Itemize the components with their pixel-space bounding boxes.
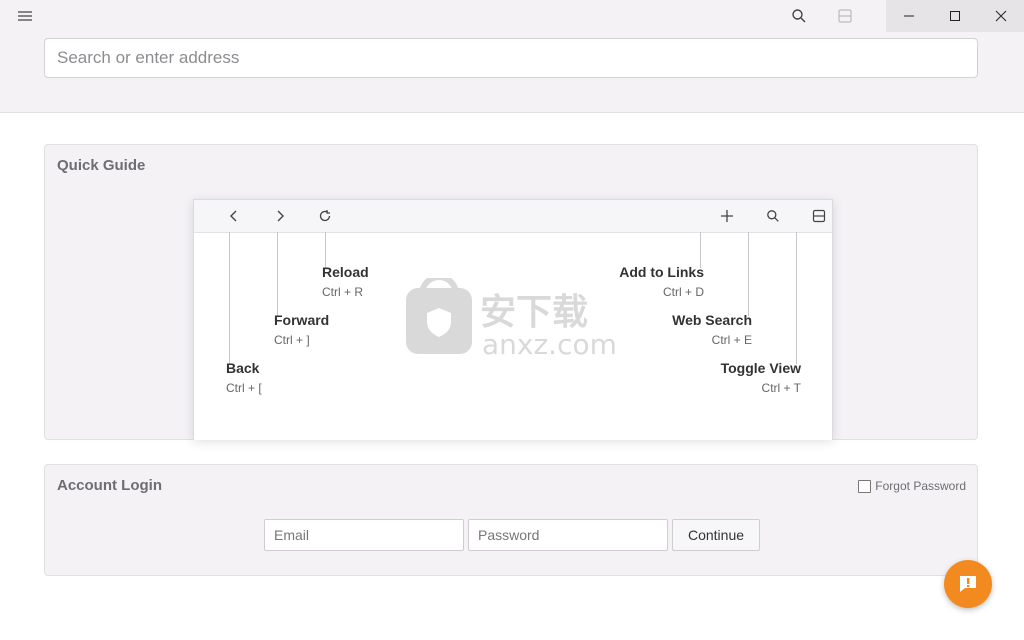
web-search-label: Web Search xyxy=(672,312,752,328)
exclamation-icon xyxy=(960,576,976,592)
add-to-links-pointer-line xyxy=(700,232,701,268)
reload-label: Reload xyxy=(322,264,369,280)
close-icon[interactable] xyxy=(978,0,1024,32)
reload-pointer-line xyxy=(325,232,326,268)
maximize-icon[interactable] xyxy=(932,0,978,32)
toggle-view-shortcut: Ctrl + T xyxy=(761,381,801,395)
back-shortcut: Ctrl + [ xyxy=(226,381,262,395)
toggle-view-icon[interactable] xyxy=(830,4,860,28)
feedback-button[interactable] xyxy=(944,560,992,608)
add-icon xyxy=(717,206,737,226)
forward-shortcut: Ctrl + ] xyxy=(274,333,310,347)
forward-pointer-line xyxy=(277,232,278,316)
address-bar[interactable] xyxy=(44,38,978,78)
add-to-links-shortcut: Ctrl + D xyxy=(662,285,704,299)
reload-icon xyxy=(315,206,335,226)
account-login-title: Account Login xyxy=(57,477,162,494)
minimize-icon[interactable] xyxy=(886,0,932,32)
web-search-shortcut: Ctrl + E xyxy=(711,333,752,347)
account-login-panel: Account Login Forgot Password Continue xyxy=(44,464,978,576)
toggle-view-label: Toggle View xyxy=(720,360,801,376)
search-icon[interactable] xyxy=(784,4,814,28)
password-field[interactable] xyxy=(468,519,668,551)
forward-icon xyxy=(270,206,290,226)
top-bar xyxy=(0,0,1024,113)
toggle-view-icon xyxy=(809,206,829,226)
quick-guide-panel: Quick Guide Reload Ctrl + R Forward Ctrl… xyxy=(44,144,978,440)
email-field[interactable] xyxy=(264,519,464,551)
web-search-pointer-line xyxy=(748,232,749,316)
guide-browser-preview: Reload Ctrl + R Forward Ctrl + ] Back Ct… xyxy=(193,199,833,440)
forward-label: Forward xyxy=(274,312,330,328)
search-icon xyxy=(763,206,783,226)
reload-shortcut: Ctrl + R xyxy=(322,285,364,299)
forgot-password-label[interactable]: Forgot Password xyxy=(875,479,966,493)
forgot-password-option[interactable]: Forgot Password xyxy=(858,479,966,493)
forgot-password-checkbox[interactable] xyxy=(858,479,872,493)
toggle-view-pointer-line xyxy=(796,232,797,364)
continue-button[interactable]: Continue xyxy=(672,519,760,551)
back-icon xyxy=(224,206,244,226)
back-pointer-line xyxy=(229,232,230,364)
add-to-links-label: Add to Links xyxy=(619,264,704,280)
back-label: Back xyxy=(226,360,260,376)
guide-toolbar xyxy=(194,200,832,233)
hamburger-menu-icon[interactable] xyxy=(14,6,36,26)
quick-guide-title: Quick Guide xyxy=(57,157,146,174)
